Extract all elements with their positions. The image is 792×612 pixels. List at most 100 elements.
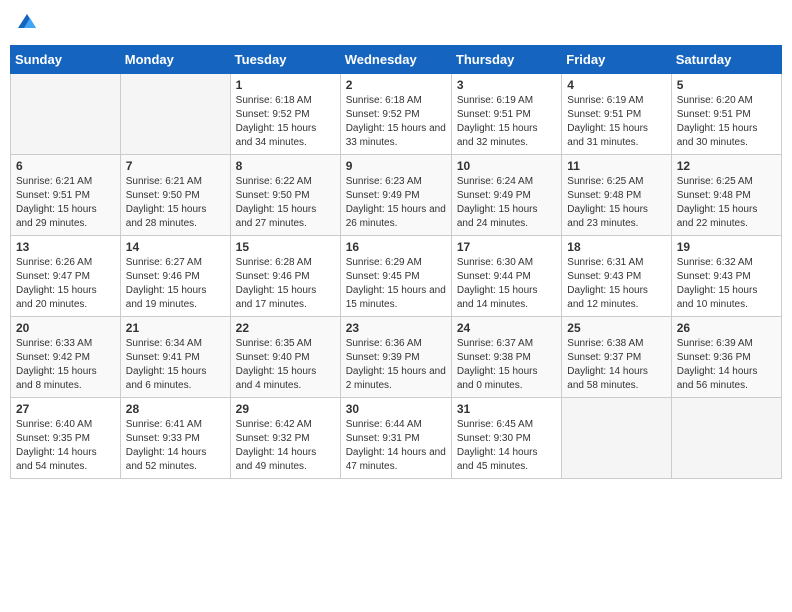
day-number: 14 [126, 240, 225, 254]
calendar-cell: 5 Sunrise: 6:20 AM Sunset: 9:51 PM Daylig… [671, 74, 781, 155]
calendar-week-1: 1 Sunrise: 6:18 AM Sunset: 9:52 PM Daylig… [11, 74, 782, 155]
calendar-cell: 11 Sunrise: 6:25 AM Sunset: 9:48 PM Dayli… [562, 155, 671, 236]
day-number: 2 [346, 78, 446, 92]
day-number: 21 [126, 321, 225, 335]
day-number: 15 [236, 240, 335, 254]
day-number: 25 [567, 321, 665, 335]
day-number: 7 [126, 159, 225, 173]
day-header-friday: Friday [562, 46, 671, 74]
day-number: 9 [346, 159, 446, 173]
day-info: Sunrise: 6:27 AM Sunset: 9:46 PM Dayligh… [126, 256, 225, 312]
day-info: Sunrise: 6:26 AM Sunset: 9:47 PM Dayligh… [16, 256, 115, 312]
day-info: Sunrise: 6:33 AM Sunset: 9:42 PM Dayligh… [16, 337, 115, 393]
calendar-cell: 12 Sunrise: 6:25 AM Sunset: 9:48 PM Dayli… [671, 155, 781, 236]
day-number: 13 [16, 240, 115, 254]
day-number: 4 [567, 78, 665, 92]
day-info: Sunrise: 6:25 AM Sunset: 9:48 PM Dayligh… [567, 175, 665, 231]
day-info: Sunrise: 6:31 AM Sunset: 9:43 PM Dayligh… [567, 256, 665, 312]
calendar-cell: 7 Sunrise: 6:21 AM Sunset: 9:50 PM Daylig… [120, 155, 230, 236]
day-number: 20 [16, 321, 115, 335]
day-number: 3 [457, 78, 556, 92]
day-info: Sunrise: 6:18 AM Sunset: 9:52 PM Dayligh… [346, 94, 446, 150]
calendar-table: SundayMondayTuesdayWednesdayThursdayFrid… [10, 45, 782, 479]
day-info: Sunrise: 6:37 AM Sunset: 9:38 PM Dayligh… [457, 337, 556, 393]
day-info: Sunrise: 6:25 AM Sunset: 9:48 PM Dayligh… [677, 175, 776, 231]
calendar-week-2: 6 Sunrise: 6:21 AM Sunset: 9:51 PM Daylig… [11, 155, 782, 236]
day-number: 10 [457, 159, 556, 173]
day-info: Sunrise: 6:36 AM Sunset: 9:39 PM Dayligh… [346, 337, 446, 393]
day-info: Sunrise: 6:20 AM Sunset: 9:51 PM Dayligh… [677, 94, 776, 150]
calendar-cell: 14 Sunrise: 6:27 AM Sunset: 9:46 PM Dayli… [120, 236, 230, 317]
day-number: 28 [126, 402, 225, 416]
day-info: Sunrise: 6:21 AM Sunset: 9:50 PM Dayligh… [126, 175, 225, 231]
calendar-cell: 22 Sunrise: 6:35 AM Sunset: 9:40 PM Dayli… [230, 317, 340, 398]
day-number: 24 [457, 321, 556, 335]
day-info: Sunrise: 6:28 AM Sunset: 9:46 PM Dayligh… [236, 256, 335, 312]
logo-icon [16, 10, 38, 32]
calendar-cell: 8 Sunrise: 6:22 AM Sunset: 9:50 PM Daylig… [230, 155, 340, 236]
calendar-cell: 31Sunrise: 6:45 AM Sunset: 9:30 PM Dayli… [451, 398, 561, 479]
calendar-cell: 13 Sunrise: 6:26 AM Sunset: 9:47 PM Dayli… [11, 236, 121, 317]
calendar-cell: 19Sunrise: 6:32 AM Sunset: 9:43 PM Dayli… [671, 236, 781, 317]
calendar-week-4: 20 Sunrise: 6:33 AM Sunset: 9:42 PM Dayli… [11, 317, 782, 398]
calendar-cell: 23 Sunrise: 6:36 AM Sunset: 9:39 PM Dayli… [340, 317, 451, 398]
calendar-cell [11, 74, 121, 155]
day-info: Sunrise: 6:22 AM Sunset: 9:50 PM Dayligh… [236, 175, 335, 231]
calendar-cell: 17 Sunrise: 6:30 AM Sunset: 9:44 PM Dayli… [451, 236, 561, 317]
calendar-cell: 27 Sunrise: 6:40 AM Sunset: 9:35 PM Dayli… [11, 398, 121, 479]
day-header-monday: Monday [120, 46, 230, 74]
calendar-cell: 6 Sunrise: 6:21 AM Sunset: 9:51 PM Daylig… [11, 155, 121, 236]
day-info: Sunrise: 6:18 AM Sunset: 9:52 PM Dayligh… [236, 94, 335, 150]
calendar-cell [671, 398, 781, 479]
calendar-week-5: 27 Sunrise: 6:40 AM Sunset: 9:35 PM Dayli… [11, 398, 782, 479]
calendar-cell: 24 Sunrise: 6:37 AM Sunset: 9:38 PM Dayli… [451, 317, 561, 398]
calendar-cell [120, 74, 230, 155]
day-header-tuesday: Tuesday [230, 46, 340, 74]
day-number: 8 [236, 159, 335, 173]
calendar-cell: 29Sunrise: 6:42 AM Sunset: 9:32 PM Dayli… [230, 398, 340, 479]
calendar-cell: 25Sunrise: 6:38 AM Sunset: 9:37 PM Dayli… [562, 317, 671, 398]
day-info: Sunrise: 6:24 AM Sunset: 9:49 PM Dayligh… [457, 175, 556, 231]
day-number: 16 [346, 240, 446, 254]
calendar-cell: 1 Sunrise: 6:18 AM Sunset: 9:52 PM Daylig… [230, 74, 340, 155]
day-number: 12 [677, 159, 776, 173]
calendar-cell: 15 Sunrise: 6:28 AM Sunset: 9:46 PM Dayli… [230, 236, 340, 317]
day-info: Sunrise: 6:40 AM Sunset: 9:35 PM Dayligh… [16, 418, 115, 474]
day-number: 29 [236, 402, 335, 416]
day-info: Sunrise: 6:30 AM Sunset: 9:44 PM Dayligh… [457, 256, 556, 312]
day-number: 6 [16, 159, 115, 173]
logo-text [14, 10, 38, 37]
calendar-cell: 3 Sunrise: 6:19 AM Sunset: 9:51 PM Daylig… [451, 74, 561, 155]
day-number: 26 [677, 321, 776, 335]
calendar-cell: 16 Sunrise: 6:29 AM Sunset: 9:45 PM Dayli… [340, 236, 451, 317]
day-number: 31 [457, 402, 556, 416]
day-number: 22 [236, 321, 335, 335]
calendar-cell: 18Sunrise: 6:31 AM Sunset: 9:43 PM Dayli… [562, 236, 671, 317]
page-header [10, 10, 782, 37]
day-info: Sunrise: 6:23 AM Sunset: 9:49 PM Dayligh… [346, 175, 446, 231]
day-info: Sunrise: 6:19 AM Sunset: 9:51 PM Dayligh… [457, 94, 556, 150]
day-header-sunday: Sunday [11, 46, 121, 74]
day-number: 27 [16, 402, 115, 416]
calendar-week-3: 13 Sunrise: 6:26 AM Sunset: 9:47 PM Dayli… [11, 236, 782, 317]
day-info: Sunrise: 6:19 AM Sunset: 9:51 PM Dayligh… [567, 94, 665, 150]
calendar-cell: 9 Sunrise: 6:23 AM Sunset: 9:49 PM Daylig… [340, 155, 451, 236]
calendar-cell: 26Sunrise: 6:39 AM Sunset: 9:36 PM Dayli… [671, 317, 781, 398]
calendar-cell: 21Sunrise: 6:34 AM Sunset: 9:41 PM Dayli… [120, 317, 230, 398]
day-number: 11 [567, 159, 665, 173]
day-info: Sunrise: 6:35 AM Sunset: 9:40 PM Dayligh… [236, 337, 335, 393]
day-number: 17 [457, 240, 556, 254]
day-info: Sunrise: 6:29 AM Sunset: 9:45 PM Dayligh… [346, 256, 446, 312]
calendar-cell: 4 Sunrise: 6:19 AM Sunset: 9:51 PM Daylig… [562, 74, 671, 155]
calendar-header-row: SundayMondayTuesdayWednesdayThursdayFrid… [11, 46, 782, 74]
day-number: 1 [236, 78, 335, 92]
day-header-thursday: Thursday [451, 46, 561, 74]
day-header-wednesday: Wednesday [340, 46, 451, 74]
calendar-cell [562, 398, 671, 479]
day-info: Sunrise: 6:32 AM Sunset: 9:43 PM Dayligh… [677, 256, 776, 312]
day-number: 5 [677, 78, 776, 92]
day-number: 23 [346, 321, 446, 335]
calendar-cell: 30Sunrise: 6:44 AM Sunset: 9:31 PM Dayli… [340, 398, 451, 479]
day-info: Sunrise: 6:21 AM Sunset: 9:51 PM Dayligh… [16, 175, 115, 231]
calendar-cell: 10 Sunrise: 6:24 AM Sunset: 9:49 PM Dayli… [451, 155, 561, 236]
